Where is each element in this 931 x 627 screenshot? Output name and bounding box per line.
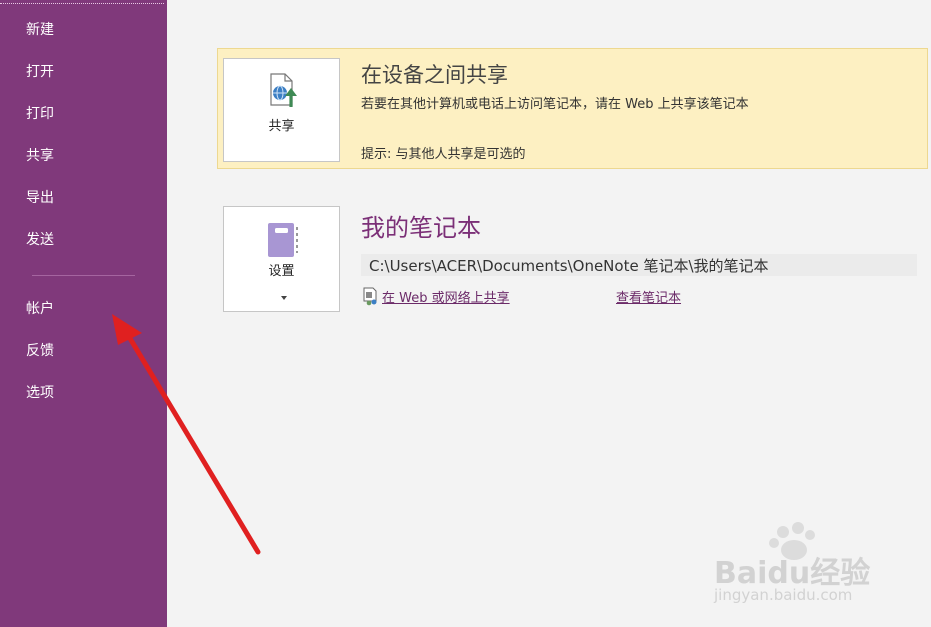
sidebar-item-feedback[interactable]: 反馈 (26, 342, 54, 360)
share-panel-description: 若要在其他计算机或电话上访问笔记本，请在 Web 上共享该笔记本 (361, 97, 749, 112)
sidebar-item-send[interactable]: 发送 (26, 231, 54, 249)
view-notebook-link[interactable]: 查看笔记本 (616, 287, 681, 306)
sidebar-divider (32, 275, 135, 276)
notebook-settings-label: 设置 (268, 264, 295, 279)
notebook-path-bar: C:\Users\ACER\Documents\OneNote 笔记本\我的笔记… (361, 254, 917, 276)
share-button-label: 共享 (268, 119, 295, 134)
main-content: 共享 在设备之间共享 若要在其他计算机或电话上访问笔记本，请在 Web 上共享该… (167, 0, 931, 627)
notebook-path: C:\Users\ACER\Documents\OneNote 笔记本\我的笔记… (369, 257, 769, 275)
share-web-icon (363, 287, 380, 310)
chevron-down-icon (281, 285, 287, 304)
sidebar-item-export[interactable]: 导出 (26, 189, 54, 207)
backstage-sidebar: 新建 打开 打印 共享 导出 发送 帐户 反馈 选项 (0, 0, 167, 627)
notebook-icon (266, 221, 300, 263)
share-button[interactable]: 共享 (223, 58, 340, 162)
sidebar-item-open[interactable]: 打开 (26, 63, 54, 81)
sidebar-item-share[interactable]: 共享 (26, 147, 54, 165)
share-panel-title: 在设备之间共享 (361, 63, 508, 87)
sidebar-top-divider (0, 3, 164, 4)
sidebar-item-account[interactable]: 帐户 (26, 300, 54, 318)
sidebar-item-options[interactable]: 选项 (26, 384, 54, 402)
share-panel-tip: 提示: 与其他人共享是可选的 (361, 147, 526, 162)
sidebar-item-print[interactable]: 打印 (26, 105, 54, 123)
share-on-web-link[interactable]: 在 Web 或网络上共享 (382, 287, 510, 306)
sidebar-item-new[interactable]: 新建 (26, 21, 54, 39)
notebook-settings-button[interactable]: 设置 (223, 206, 340, 312)
share-globe-icon (267, 73, 301, 113)
notebook-title: 我的笔记本 (361, 214, 481, 242)
